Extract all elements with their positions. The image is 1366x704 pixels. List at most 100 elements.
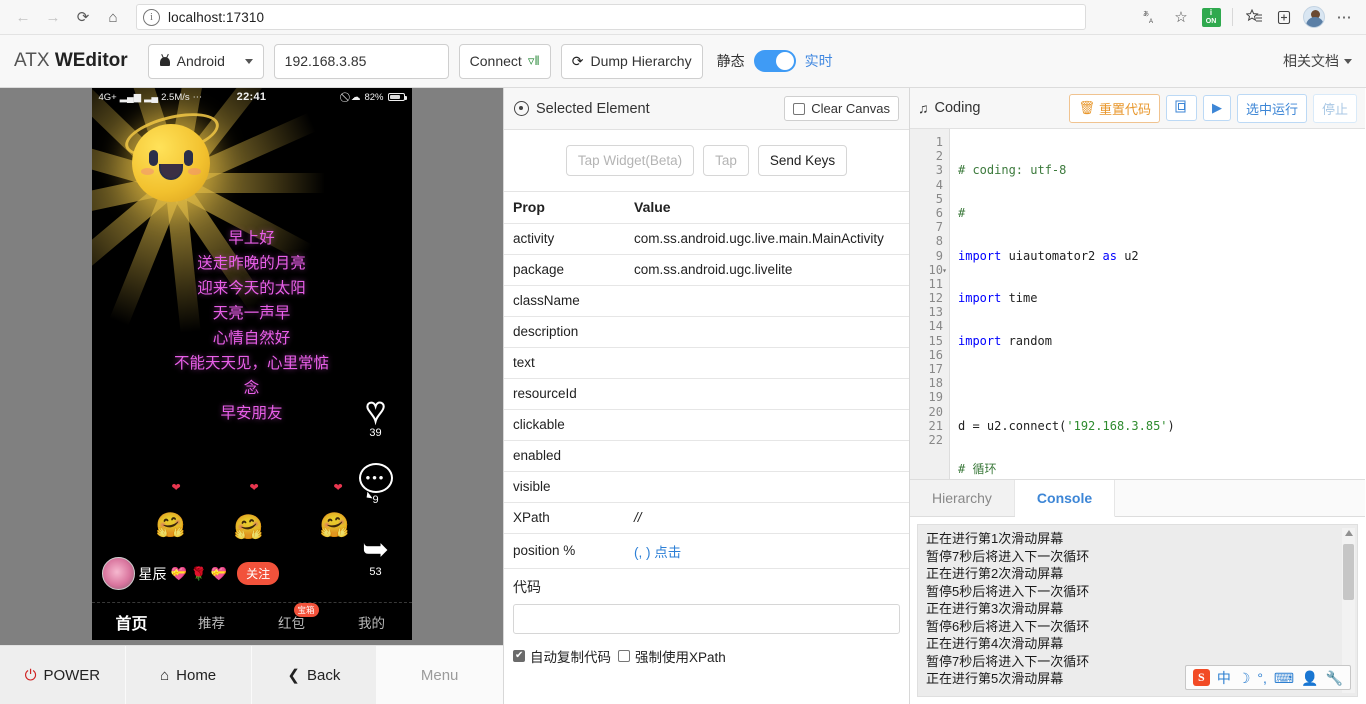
avatar[interactable]: [101, 557, 135, 590]
follow-button[interactable]: 关注: [237, 562, 280, 585]
extension-on-icon[interactable]: i ON: [1197, 3, 1225, 31]
device-tab-redpacket-label: 红包: [278, 615, 305, 631]
copy-icon: [1175, 100, 1188, 116]
reset-code-button[interactable]: 🗑 重置代码: [1069, 93, 1160, 123]
code-label: 代码: [513, 578, 541, 595]
caption-line: 天亮一声早: [212, 305, 291, 322]
table-row[interactable]: description: [504, 316, 909, 348]
device-address-input[interactable]: 192.168.3.85: [273, 43, 449, 79]
tab-hierarchy[interactable]: Hierarchy: [910, 480, 1015, 516]
editor-lines[interactable]: # coding: utf-8 # import uiautomator2 as…: [950, 129, 1365, 479]
console-line: 暂停5秒后将进入下一次循环: [926, 583, 1090, 599]
video-author-row[interactable]: 星辰 💝 🌹 💝 关注: [101, 557, 280, 590]
table-row[interactable]: activity com.ss.android.ugc.live.main.Mai…: [504, 223, 909, 255]
position-tap-link[interactable]: 点击: [654, 545, 681, 560]
share-button[interactable]: ➥ 53: [353, 533, 399, 578]
code-editor[interactable]: 1 2 3 4 5 6 7 8 9 10 ▾ 11 12 13 14 15 16 …: [910, 129, 1365, 479]
table-row[interactable]: className: [504, 285, 909, 317]
keyboard-icon[interactable]: ⌨: [1274, 671, 1294, 685]
device-screenshot[interactable]: 4G+ ▂▄▆ ▂▄ 2.5M/s ⋯ 22:41 ⃠ ☁ 82%: [91, 88, 412, 640]
connect-button[interactable]: Connect ▿‖: [458, 43, 551, 79]
scrollbar-thumb[interactable]: [1343, 544, 1354, 600]
device-pane: 4G+ ▂▄▆ ▂▄ 2.5M/s ⋯ 22:41 ⃠ ☁ 82%: [0, 88, 503, 704]
collections-icon[interactable]: [1270, 3, 1298, 31]
scroll-up-icon[interactable]: [1345, 530, 1353, 536]
main-content: 4G+ ▂▄▆ ▂▄ 2.5M/s ⋯ 22:41 ⃠ ☁ 82%: [0, 88, 1366, 704]
power-button[interactable]: ⏻ POWER: [0, 646, 126, 704]
ime-toolbar[interactable]: S 中 ☽ °, ⌨ 👤 🔧: [1184, 665, 1351, 690]
home-button[interactable]: ⌂ Home: [125, 646, 252, 704]
emoji-icon: 💝: [170, 565, 187, 581]
send-keys-button[interactable]: Send Keys: [757, 145, 848, 176]
person-icon[interactable]: 👤: [1301, 671, 1318, 685]
table-row[interactable]: XPath//: [504, 502, 909, 534]
like-button[interactable]: ♥ 39: [353, 392, 399, 439]
mode-live-label: 实时: [804, 53, 833, 69]
code-line: # coding: utf-8: [958, 163, 1067, 178]
table-row[interactable]: text: [504, 347, 909, 379]
browser-forward-icon[interactable]: →: [38, 2, 68, 32]
console-line: 正在进行第2次滑动屏幕: [926, 566, 1064, 581]
add-favorite-icon[interactable]: ☆: [1167, 3, 1195, 31]
prop-key: package: [504, 254, 625, 286]
table-row[interactable]: resourceId: [504, 378, 909, 410]
related-docs-menu[interactable]: 相关文档: [1283, 51, 1352, 71]
tap-button[interactable]: Tap: [703, 145, 749, 176]
back-button[interactable]: ❮ Back: [251, 646, 378, 704]
comment-button[interactable]: ••• 9: [353, 463, 399, 506]
line-number: 9: [935, 248, 943, 263]
prop-value: com.ss.android.ugc.livelite: [625, 254, 909, 286]
table-row[interactable]: package com.ss.android.ugc.livelite: [504, 254, 909, 286]
chevron-down-icon: [244, 58, 253, 64]
run-code-button[interactable]: ▶: [1202, 95, 1231, 121]
prop-key: className: [504, 285, 625, 317]
tab-console[interactable]: Console: [1014, 480, 1116, 517]
column-header-value: Value: [625, 192, 909, 224]
device-tab-mine[interactable]: 我的: [332, 612, 412, 632]
copy-code-button[interactable]: [1165, 95, 1197, 121]
device-tab-recommend[interactable]: 推荐: [172, 612, 252, 632]
clear-canvas-button[interactable]: Clear Canvas: [784, 96, 899, 121]
auto-copy-code-checkbox[interactable]: 自动复制代码: [513, 646, 611, 666]
table-row[interactable]: visible: [504, 471, 909, 503]
table-row[interactable]: clickable: [504, 409, 909, 441]
site-info-icon[interactable]: i: [143, 8, 160, 26]
heart-icon: ❤: [333, 482, 343, 494]
translate-icon[interactable]: あA: [1137, 3, 1165, 31]
address-bar[interactable]: i localhost:17310: [136, 4, 1086, 30]
browser-back-icon[interactable]: ←: [8, 2, 38, 32]
punctuation-icon[interactable]: °,: [1257, 671, 1267, 685]
tap-widget-button[interactable]: Tap Widget(Beta): [565, 145, 695, 176]
ime-language-mode[interactable]: 中: [1217, 671, 1231, 685]
force-xpath-checkbox[interactable]: 强制使用XPath: [618, 646, 726, 666]
line-number: 2: [935, 149, 943, 164]
device-screen-canvas[interactable]: 4G+ ▂▄▆ ▂▄ 2.5M/s ⋯ 22:41 ⃠ ☁ 82%: [0, 88, 503, 645]
code-input[interactable]: [513, 603, 900, 634]
dump-hierarchy-button[interactable]: ⟳ Dump Hierarchy: [560, 43, 703, 79]
prop-key: activity: [504, 223, 625, 255]
console-wrap: 正在进行第1次滑动屏幕 暂停7秒后将进入下一次循环 正在进行第2次滑动屏幕 暂停…: [910, 517, 1365, 704]
bottom-panel-tabs: Hierarchy Console: [910, 479, 1365, 517]
line-number: 15: [928, 333, 943, 348]
table-row[interactable]: enabled: [504, 440, 909, 472]
run-selection-button[interactable]: 选中运行: [1236, 93, 1307, 123]
device-tab-redpacket[interactable]: 宝箱 红包: [252, 602, 332, 632]
code-line: import uiautomator2 as u2: [958, 248, 1139, 263]
toggle-knob: [775, 52, 794, 70]
table-row[interactable]: position % (, ) 点击: [504, 533, 909, 569]
avatar[interactable]: [1300, 3, 1328, 31]
prop-key: description: [504, 316, 625, 348]
favorites-icon[interactable]: [1240, 3, 1268, 31]
browser-reload-icon[interactable]: ⟳: [68, 2, 98, 32]
moon-icon[interactable]: ☽: [1238, 671, 1251, 685]
checkbox-icon: [618, 649, 630, 662]
mode-toggle[interactable]: [753, 50, 796, 72]
sogou-logo-icon[interactable]: S: [1192, 669, 1210, 686]
browser-home-icon[interactable]: ⌂: [98, 2, 128, 32]
fold-caret-icon[interactable]: ▾: [942, 264, 947, 278]
device-tab-home[interactable]: 首页: [92, 610, 172, 634]
wrench-icon[interactable]: 🔧: [1326, 671, 1343, 685]
console-output[interactable]: 正在进行第1次滑动屏幕 暂停7秒后将进入下一次循环 正在进行第2次滑动屏幕 暂停…: [917, 524, 1358, 697]
more-options-icon[interactable]: ⋯: [1330, 3, 1358, 31]
device-type-select[interactable]: Android: [147, 43, 264, 79]
